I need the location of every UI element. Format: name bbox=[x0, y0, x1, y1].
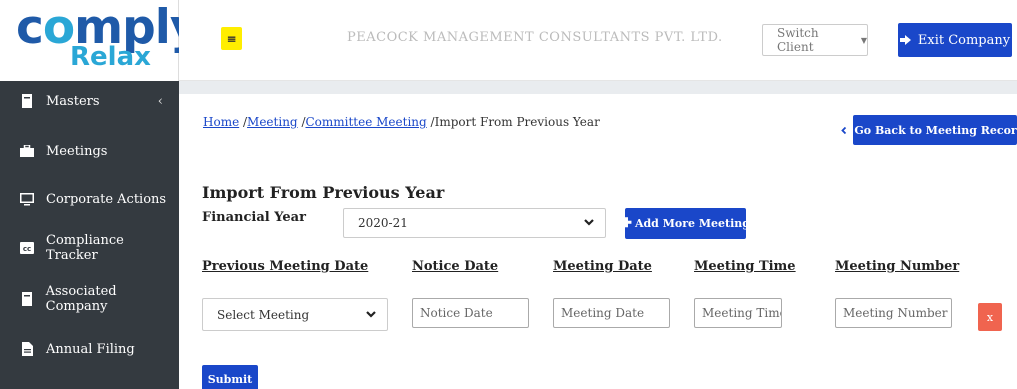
exit-company-label: Exit Company bbox=[917, 32, 1011, 48]
plus-icon: ✚ bbox=[621, 216, 632, 231]
cc-icon: cc bbox=[20, 241, 34, 255]
menu-icon: ≡ bbox=[226, 31, 237, 46]
caret-down-icon: ▼ bbox=[860, 35, 867, 45]
go-back-button[interactable]: Go Back to Meeting Records bbox=[839, 115, 1017, 145]
remove-row-label: x bbox=[986, 310, 994, 324]
sidebar-item-compliance-tracker[interactable]: cc Compliance Tracker bbox=[0, 228, 179, 268]
column-meeting-date: Meeting Date bbox=[553, 259, 652, 274]
add-more-meeting-button[interactable]: ✚ Add More Meeting bbox=[621, 208, 750, 239]
company-name: PEACOCK MANAGEMENT CONSULTANTS PVT. LTD. bbox=[347, 30, 723, 45]
previous-meeting-select[interactable]: Select Meeting bbox=[202, 298, 388, 331]
meeting-number-input[interactable] bbox=[835, 298, 952, 328]
svg-text:cc: cc bbox=[23, 245, 31, 253]
chevron-left-icon: ‹ bbox=[157, 93, 163, 109]
breadcrumb-current: Import From Previous Year bbox=[434, 115, 600, 129]
breadcrumb-meeting[interactable]: Meeting bbox=[247, 115, 298, 129]
exit-company-button[interactable]: Exit Company bbox=[898, 23, 1012, 57]
menu-toggle-button[interactable]: ≡ bbox=[221, 27, 242, 50]
sidebar-item-label: Meetings bbox=[46, 143, 108, 159]
add-more-meeting-label: Add More Meeting bbox=[634, 217, 750, 230]
sidebar-item-meetings[interactable]: Meetings bbox=[0, 131, 179, 171]
page-title: Import From Previous Year bbox=[202, 183, 445, 202]
sidebar: comply Relax Masters ‹ Meetings Corporat… bbox=[0, 0, 201, 389]
chevron-down-icon bbox=[365, 308, 377, 323]
meeting-date-input[interactable] bbox=[553, 298, 670, 328]
sidebar-item-label: Corporate Actions bbox=[46, 191, 167, 207]
sidebar-item-label: Masters bbox=[46, 93, 100, 109]
sidebar-item-masters[interactable]: Masters ‹ bbox=[0, 81, 179, 121]
switch-client-dropdown[interactable]: Switch Client ▼ bbox=[762, 24, 868, 56]
submit-button[interactable]: Submit bbox=[202, 365, 258, 389]
go-back-label: Go Back to Meeting Records bbox=[854, 123, 1017, 137]
file-icon bbox=[20, 342, 34, 356]
chevron-down-icon bbox=[583, 216, 595, 231]
sidebar-item-label: Annual Filing bbox=[46, 341, 135, 357]
breadcrumb-home[interactable]: Home bbox=[203, 115, 239, 129]
sidebar-item-label: Compliance Tracker bbox=[46, 233, 124, 263]
breadcrumb: Home /Meeting /Committee Meeting /Import… bbox=[203, 115, 600, 129]
remove-row-button[interactable]: x bbox=[978, 303, 1002, 331]
breadcrumb-committee-meeting[interactable]: Committee Meeting bbox=[305, 115, 426, 129]
column-meeting-time: Meeting Time bbox=[694, 259, 796, 274]
briefcase-icon bbox=[20, 144, 34, 158]
submit-label: Submit bbox=[207, 372, 253, 386]
arrow-circle-left-icon bbox=[839, 124, 851, 136]
top-navbar: ≡ PEACOCK MANAGEMENT CONSULTANTS PVT. LT… bbox=[179, 0, 1017, 81]
sign-out-icon bbox=[899, 34, 912, 46]
sidebar-item-annual-filing[interactable]: Annual Filing bbox=[0, 329, 179, 369]
sidebar-item-corporate-actions[interactable]: Corporate Actions bbox=[0, 179, 179, 219]
financial-year-value: 2020-21 bbox=[358, 216, 408, 230]
previous-meeting-value: Select Meeting bbox=[217, 307, 310, 322]
switch-client-label: Switch Client bbox=[777, 26, 819, 54]
meeting-time-input[interactable] bbox=[694, 298, 782, 328]
logo[interactable]: comply Relax bbox=[0, 0, 201, 81]
sidebar-item-label: Associated Company bbox=[45, 284, 117, 314]
content-divider bbox=[179, 81, 1017, 94]
monitor-icon bbox=[20, 192, 34, 206]
column-notice-date: Notice Date bbox=[412, 259, 499, 274]
column-previous-meeting-date: Previous Meeting Date bbox=[202, 259, 369, 274]
sidebar-item-associated-company[interactable]: Associated Company bbox=[0, 279, 179, 319]
financial-year-select[interactable]: 2020-21 bbox=[343, 208, 606, 238]
notice-date-input[interactable] bbox=[412, 298, 529, 328]
logo-subtext: Relax bbox=[70, 42, 151, 72]
financial-year-label: Financial Year bbox=[202, 210, 306, 225]
book-icon bbox=[20, 94, 34, 108]
column-meeting-number: Meeting Number bbox=[835, 259, 960, 274]
main-content: Home /Meeting /Committee Meeting /Import… bbox=[186, 94, 1017, 389]
book-icon bbox=[20, 292, 34, 306]
